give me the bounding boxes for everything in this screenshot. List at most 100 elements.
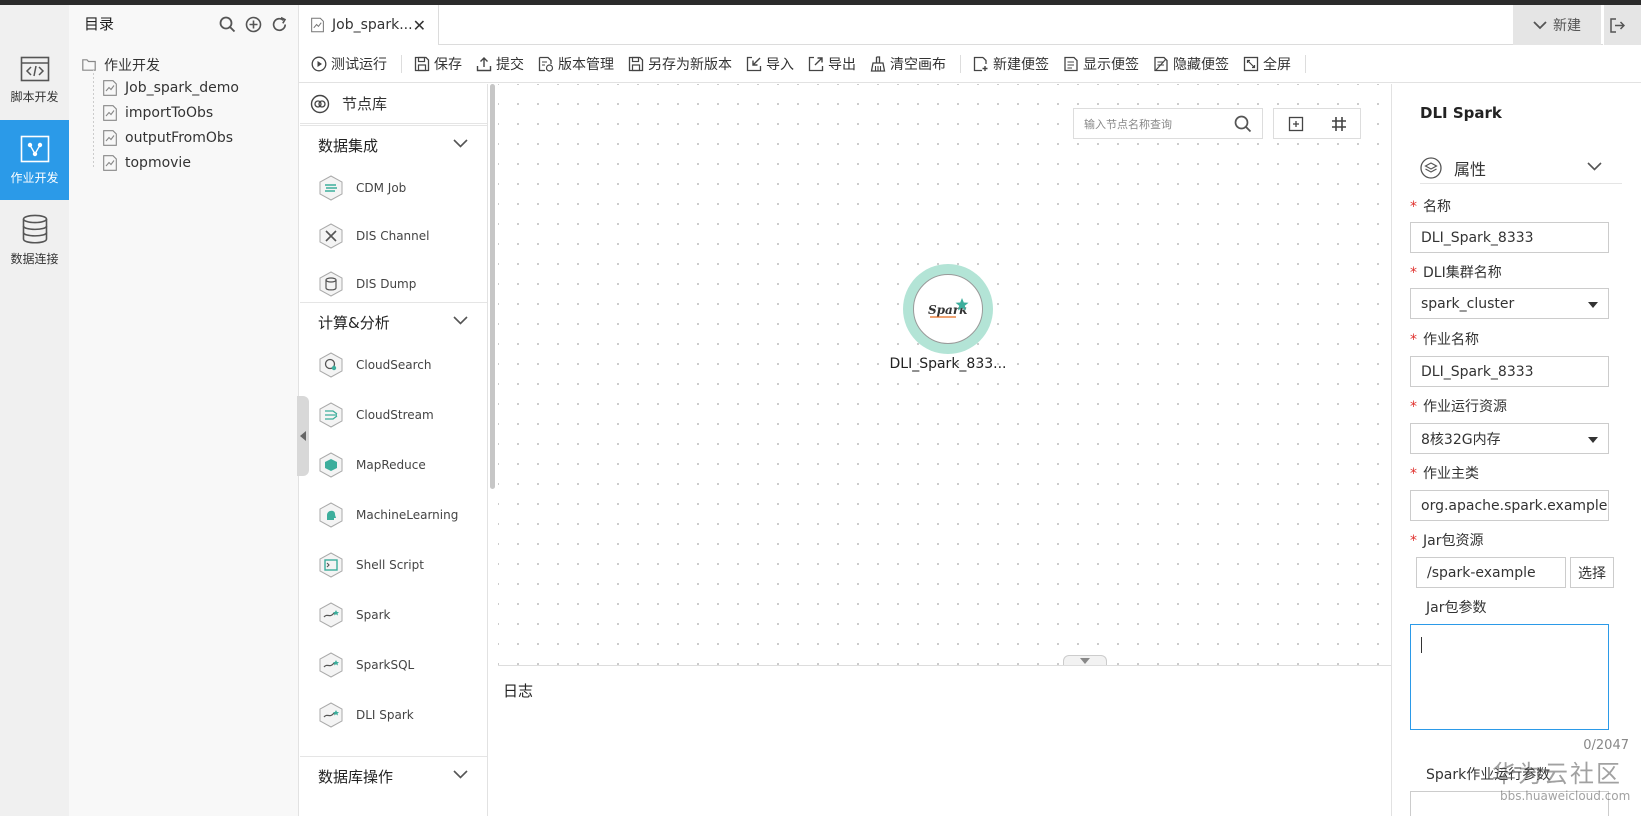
node-type-item[interactable]: MachineLearning <box>318 502 458 528</box>
nav-script-dev-label: 脚本开发 <box>10 89 59 104</box>
cluster-label: * DLI集群名称 <box>1410 262 1502 282</box>
node-type-label: CloudSearch <box>356 358 432 372</box>
show-notes-button[interactable]: 显示便签 <box>1063 54 1139 74</box>
nav-job-dev[interactable]: 作业开发 <box>0 120 69 200</box>
node-type-item[interactable]: Shell Script <box>318 552 424 578</box>
hide-notes-button[interactable]: 隐藏便签 <box>1153 54 1229 74</box>
group-compute-analysis[interactable]: 计算&分析 <box>300 302 487 342</box>
tree-item[interactable]: importToObs <box>103 105 213 121</box>
chevron-down-icon <box>1587 162 1602 171</box>
required-marker: * <box>1410 466 1417 482</box>
test-run-button[interactable]: 测试运行 <box>311 54 387 74</box>
main-class-input[interactable]: org.apache.spark.examples. <box>1410 490 1609 521</box>
layers-icon <box>1420 156 1442 179</box>
search-icon[interactable] <box>1234 115 1252 133</box>
node-type-item[interactable]: CloudStream <box>318 402 434 428</box>
save-button[interactable]: 保存 <box>414 54 462 74</box>
node-type-label: DIS Dump <box>356 277 417 291</box>
version-management-button[interactable]: 版本管理 <box>538 54 614 74</box>
node-type-item[interactable]: DIS Channel <box>318 223 429 249</box>
tab-bar: Job_spark... ✕ 新建 <box>299 5 1641 45</box>
script-code-icon <box>20 56 49 81</box>
job-name-input[interactable]: DLI_Spark_8333 <box>1410 356 1609 387</box>
node-type-label: MapReduce <box>356 458 426 472</box>
name-input[interactable]: DLI_Spark_8333 <box>1410 222 1609 253</box>
chevron-down-icon <box>453 316 468 325</box>
tab-label: Job_spark... <box>332 17 413 33</box>
job-file-icon <box>103 130 117 146</box>
node-type-item[interactable]: DIS Dump <box>318 271 416 297</box>
collapse-library-handle[interactable] <box>297 396 309 476</box>
nav-job-dev-label: 作业开发 <box>10 170 59 185</box>
node-body: Spark <box>913 274 983 344</box>
job-file-icon <box>103 80 117 96</box>
export-label: 导出 <box>828 57 856 73</box>
exit-button[interactable] <box>1603 5 1641 45</box>
dli-spark-icon <box>319 702 343 728</box>
exit-icon <box>1610 17 1625 33</box>
log-panel-toggle[interactable] <box>1063 655 1107 665</box>
upload-icon <box>476 57 492 72</box>
resource-select[interactable]: 8核32G内存 <box>1410 423 1609 454</box>
new-button-label: 新建 <box>1553 18 1581 34</box>
tree-item[interactable]: Job_spark_demo <box>103 80 239 96</box>
grid-toggle-button[interactable] <box>1317 109 1360 138</box>
node-library-scrollbar[interactable] <box>490 84 495 489</box>
required-marker: * <box>1410 533 1417 549</box>
database-icon <box>22 214 47 244</box>
cluster-select[interactable]: spark_cluster <box>1410 288 1609 319</box>
clear-canvas-button[interactable]: 清空画布 <box>870 54 946 74</box>
node-search-input[interactable]: 输入节点名称查询 <box>1073 108 1263 139</box>
workflow-canvas[interactable]: 输入节点名称查询 Spark DLI_Spark_833... <box>498 84 1391 665</box>
tab-job-spark[interactable]: Job_spark... ✕ <box>299 5 439 45</box>
import-button[interactable]: 导入 <box>746 54 794 74</box>
caret-left-icon <box>300 431 306 441</box>
submit-label: 提交 <box>496 57 524 73</box>
show-notes-label: 显示便签 <box>1083 57 1139 73</box>
node-type-item[interactable]: DLI Spark <box>318 702 414 728</box>
nav-data-connection[interactable]: 数据连接 <box>0 200 69 280</box>
required-marker: * <box>1410 399 1417 415</box>
job-file-icon <box>311 17 324 33</box>
new-note-button[interactable]: 新建便签 <box>973 54 1049 74</box>
jar-args-textarea[interactable] <box>1410 624 1609 730</box>
fit-view-button[interactable] <box>1274 109 1317 138</box>
node-type-item[interactable]: CDM Job <box>318 175 406 201</box>
group-data-integration[interactable]: 数据集成 <box>300 125 487 165</box>
clear-canvas-label: 清空画布 <box>890 57 946 73</box>
search-icon[interactable] <box>218 15 236 33</box>
chevron-down-icon <box>1533 20 1547 29</box>
node-label: DLI_Spark_833... <box>889 356 1007 372</box>
export-button[interactable]: 导出 <box>808 54 856 74</box>
group-database-ops[interactable]: 数据库操作 <box>300 756 487 796</box>
node-type-item[interactable]: MapReduce <box>318 452 426 478</box>
spark-logo-icon: Spark <box>928 298 969 318</box>
sparksql-icon <box>319 652 343 678</box>
close-icon[interactable]: ✕ <box>413 16 426 35</box>
canvas-view-controls <box>1273 108 1361 139</box>
fullscreen-button[interactable]: 全屏 <box>1243 54 1291 74</box>
refresh-icon[interactable] <box>270 15 288 33</box>
mapreduce-icon <box>319 452 343 478</box>
properties-section-header[interactable]: 属性 <box>1420 152 1622 184</box>
save-as-new-version-button[interactable]: 另存为新版本 <box>628 54 732 74</box>
chevron-down-icon <box>453 139 468 148</box>
tree-item[interactable]: topmovie <box>103 155 191 171</box>
dli-spark-node[interactable]: Spark <box>903 264 993 354</box>
choose-jar-button[interactable]: 选择 <box>1570 557 1614 588</box>
tree-item[interactable]: outputFromObs <box>103 130 233 146</box>
cdm-job-icon <box>319 175 343 201</box>
dropdown-caret-icon <box>1588 437 1598 443</box>
tree-root-label: 作业开发 <box>104 58 160 74</box>
fullscreen-icon <box>1243 56 1259 72</box>
submit-button[interactable]: 提交 <box>476 54 524 74</box>
add-circle-icon[interactable] <box>244 15 262 33</box>
node-type-label: Spark <box>356 608 391 622</box>
node-type-item[interactable]: CloudSearch <box>318 352 432 378</box>
jar-resource-input[interactable]: /spark-example <box>1416 557 1566 588</box>
new-button[interactable]: 新建 <box>1513 5 1601 45</box>
node-type-item[interactable]: Spark <box>318 602 390 628</box>
node-type-item[interactable]: SparkSQL <box>318 652 414 678</box>
node-type-label: SparkSQL <box>356 658 415 672</box>
nav-script-dev[interactable]: 脚本开发 <box>0 40 69 120</box>
